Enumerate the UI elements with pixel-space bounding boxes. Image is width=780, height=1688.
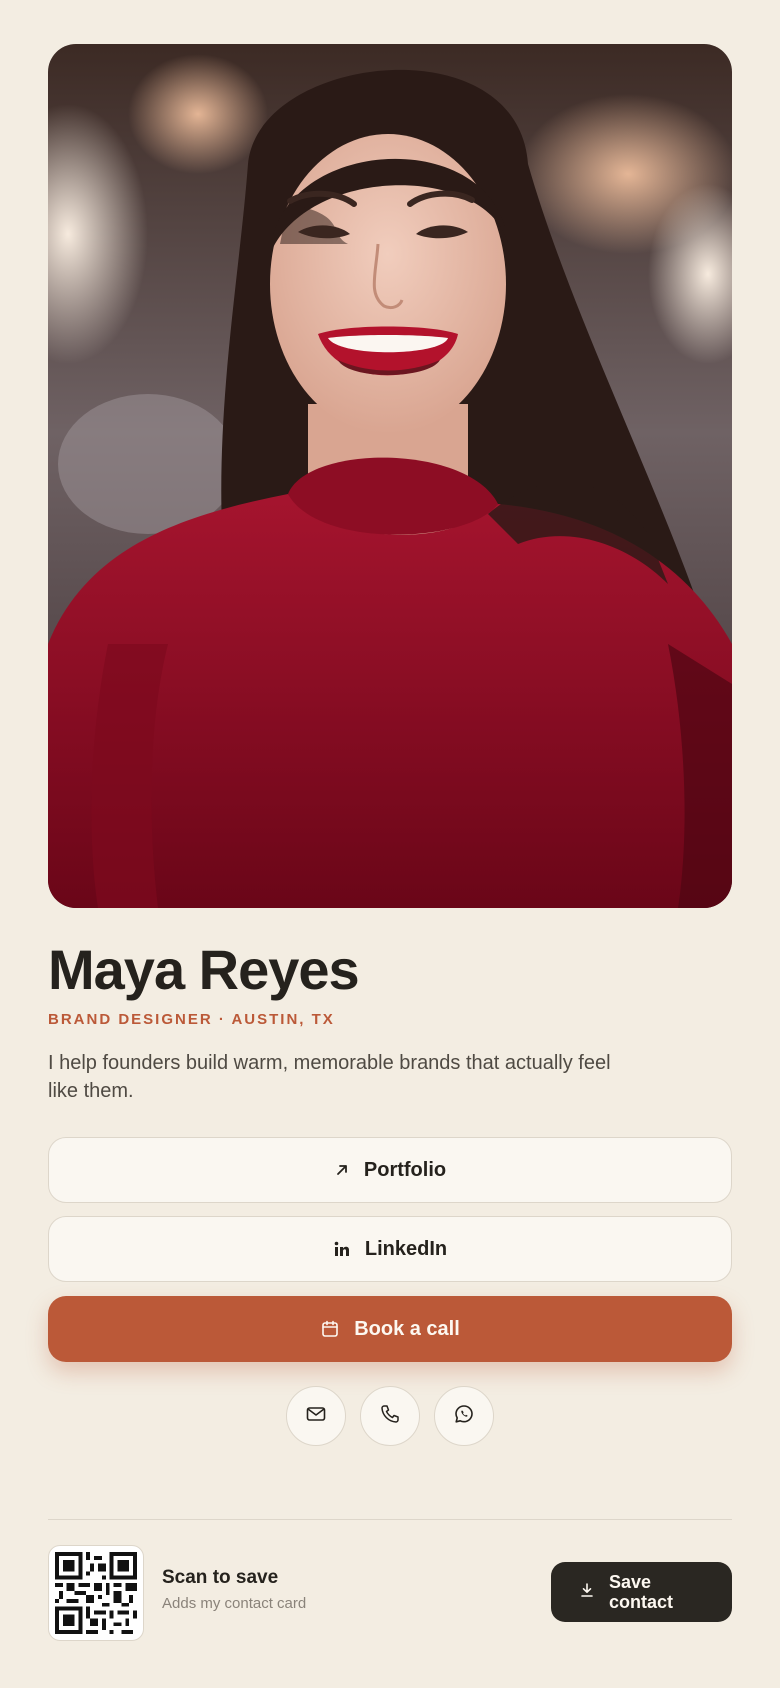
profile-photo [48,44,732,908]
whatsapp-button[interactable] [434,1386,494,1446]
profile-role: BRAND DESIGNER · AUSTIN, TX [48,1011,335,1028]
portfolio-button[interactable]: Portfolio [48,1137,732,1203]
profile-name: Maya Reyes [48,938,360,1001]
book-call-label: Book a call [354,1317,460,1340]
phone-button[interactable] [360,1386,420,1446]
contact-card-page: Maya Reyes BRAND DESIGNER · AUSTIN, TX I… [0,0,780,1688]
footer-divider [48,1519,732,1520]
contact-icon-row [0,1386,780,1446]
save-contact-label: Save contact [609,1572,674,1612]
email-button[interactable] [286,1386,346,1446]
download-icon [579,1582,595,1603]
profile-bio: I help founders build warm, memorable br… [48,1052,611,1102]
portfolio-label: Portfolio [363,1158,447,1181]
qr-code [48,1545,144,1641]
save-contact-button[interactable]: Save contact [551,1562,732,1622]
mail-icon [305,1403,327,1430]
whatsapp-icon [453,1403,475,1430]
calendar-icon [320,1319,340,1339]
scan-title: Scan to save [162,1567,279,1588]
linkedin-icon [333,1240,351,1258]
phone-icon [379,1403,401,1430]
linkedin-label: LinkedIn [364,1237,448,1260]
linkedin-button[interactable]: LinkedIn [48,1216,732,1282]
book-call-button[interactable]: Book a call [48,1296,732,1362]
scan-subtitle: Adds my contact card [162,1595,307,1612]
arrow-up-right-icon [334,1162,350,1178]
